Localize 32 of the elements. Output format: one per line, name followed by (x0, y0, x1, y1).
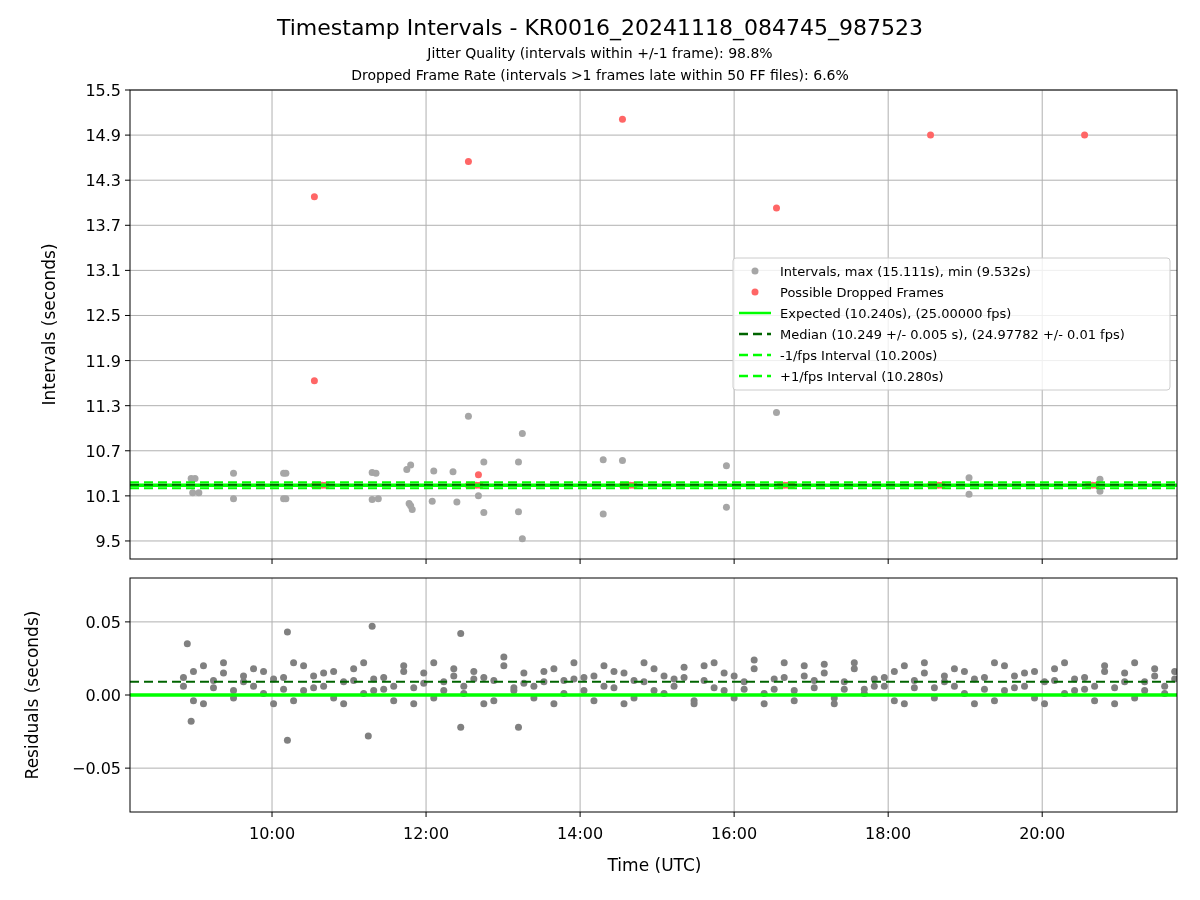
x-tick-label: 10:00 (248, 824, 296, 843)
y-tick-label: 11.3 (85, 396, 121, 416)
y-tick-label: 11.9 (85, 351, 121, 371)
legend-label: Median (10.249 +/- 0.005 s), (24.97782 +/- 0.01 fps) (780, 327, 1125, 342)
x-tick-label: 12:00 (403, 824, 450, 843)
x-tick-label: 14:00 (557, 824, 604, 843)
y-tick-label: 13.7 (85, 216, 121, 236)
x-axis-label: Time (UTC) (607, 855, 702, 875)
x-tick-label: 18:00 (865, 824, 912, 843)
y-tick-label: 15.5 (85, 81, 121, 100)
legend-label: +1/fps Interval (10.280s) (780, 369, 944, 384)
y-tick-label: 10.7 (85, 441, 121, 461)
legend-label: Possible Dropped Frames (780, 285, 944, 300)
legend-label: Expected (10.240s), (25.00000 fps) (780, 306, 1012, 321)
y-tick-label: 0.05 (85, 612, 121, 632)
y-tick-label: −0.05 (71, 759, 121, 779)
y-axis-label: Intervals (seconds) (39, 243, 59, 406)
legend-label: -1/fps Interval (10.200s) (780, 348, 938, 363)
y-tick-label: 0.00 (85, 686, 121, 705)
y-tick-label: 9.5 (95, 531, 121, 551)
y-axis-label: Residuals (seconds) (22, 610, 42, 780)
x-tick-label: 16:00 (711, 824, 758, 843)
x-tick-label: 20:00 (1019, 824, 1066, 843)
legend-label: Intervals, max (15.111s), min (9.532s) (780, 264, 1031, 279)
y-tick-label: 14.9 (85, 126, 121, 146)
y-tick-label: 14.3 (85, 171, 121, 191)
y-tick-label: 13.1 (85, 261, 121, 281)
y-tick-label: 12.5 (85, 306, 121, 326)
chart-subtitle: Dropped Frame Rate (intervals >1 frames late within 50 FF files): 6.6% (351, 66, 849, 85)
chart-title: Timestamp Intervals - KR0016_20241118_084745_987523 (276, 14, 924, 42)
chart-subtitle: Jitter Quality (intervals within +/-1 frame): 98.8% (427, 44, 773, 63)
y-tick-label: 10.1 (85, 486, 121, 506)
